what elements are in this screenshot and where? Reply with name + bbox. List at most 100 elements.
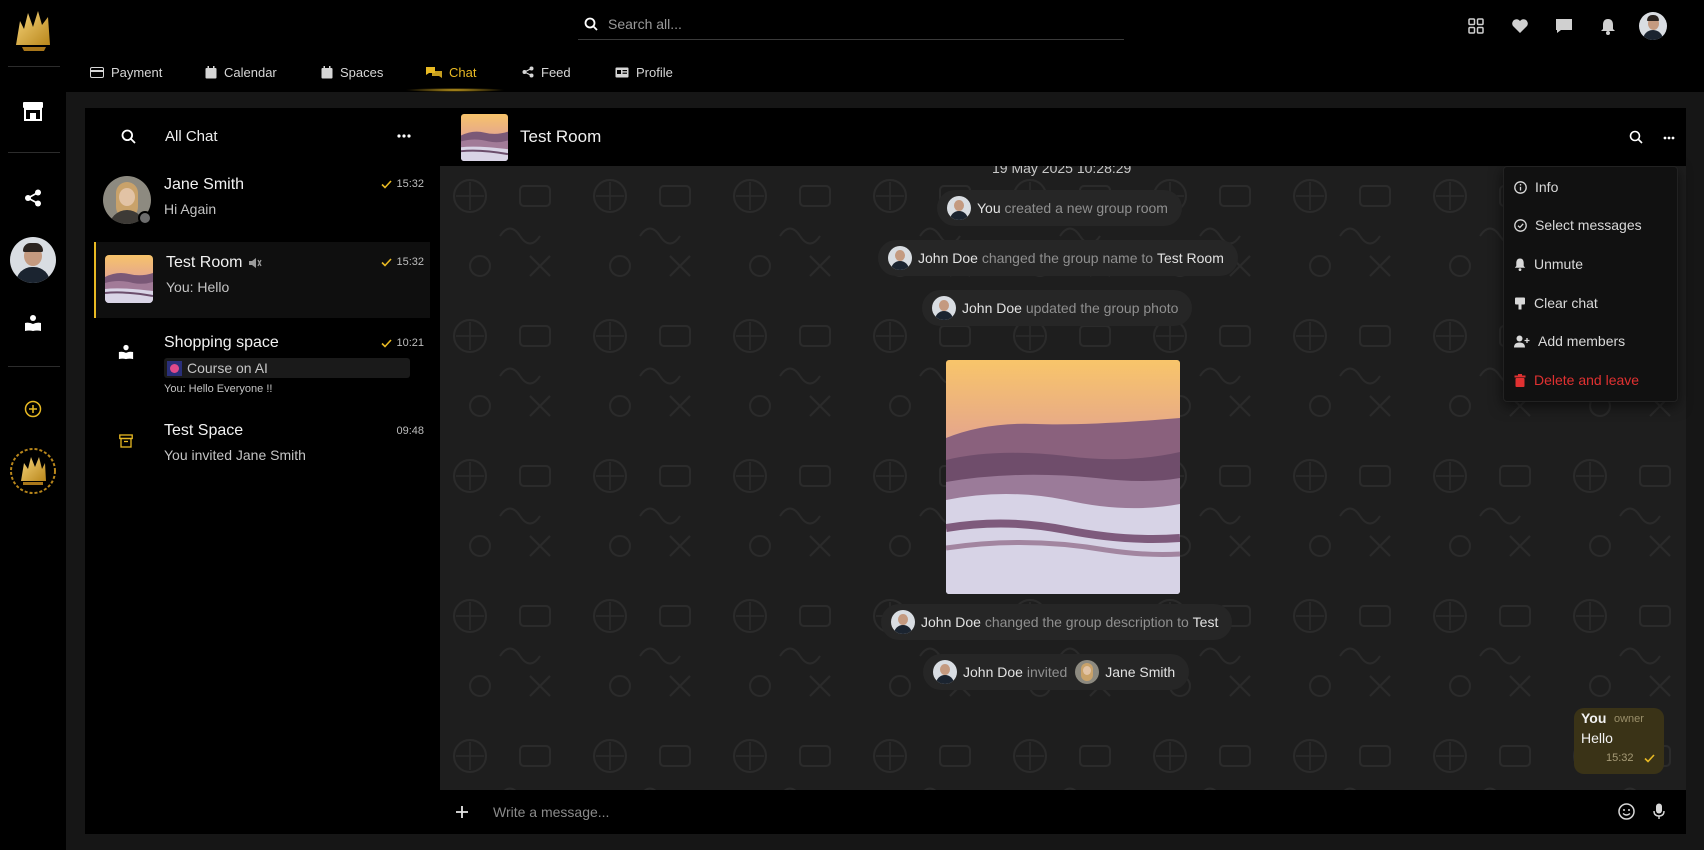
chat-time: 15:32 [396, 256, 424, 268]
left-rail [0, 0, 66, 850]
app-logo-icon[interactable] [0, 6, 66, 52]
chat-title: Test Room [520, 127, 602, 146]
profile-avatar[interactable] [1638, 11, 1668, 41]
calendar-icon [205, 65, 217, 79]
message-text: Hello [1581, 730, 1613, 746]
chat-preview: You invited Jane Smith [164, 447, 306, 463]
menu-item-select-messages[interactable]: Select messages [1514, 213, 1642, 237]
book-reader-icon [118, 344, 134, 360]
store-icon[interactable] [0, 98, 66, 124]
group-photo[interactable] [946, 360, 1180, 594]
chat-bubbles-icon [426, 66, 442, 79]
menu-item-clear-chat[interactable]: Clear chat [1514, 291, 1598, 315]
chat-time: 09:48 [396, 425, 424, 437]
tab-feed[interactable]: Feed [522, 62, 571, 82]
chat-preview: Hi Again [164, 201, 217, 217]
id-card-icon [615, 67, 629, 78]
course-tag: Course on AI [164, 358, 410, 378]
tab-payment[interactable]: Payment [90, 62, 162, 82]
plus-icon[interactable] [455, 805, 469, 819]
chat-options-menu: Info Select messages Unmute Clear chat A… [1503, 166, 1678, 402]
chat-list-panel: All Chat Jane Smith Hi Again 15:32 Test … [85, 108, 440, 834]
clear-icon [1514, 297, 1526, 310]
muted-icon [248, 257, 263, 269]
chat-preview: You: Hello Everyone !! [164, 383, 273, 395]
message-icon[interactable] [1552, 14, 1576, 38]
community-badge-icon[interactable] [0, 446, 66, 496]
add-circle-icon[interactable] [0, 398, 66, 420]
heart-icon[interactable] [1508, 14, 1532, 38]
chat-item-test-space[interactable]: Test Space You invited Jane Smith 09:48 [94, 408, 430, 482]
system-message: John Doe changed the group name to Test … [878, 240, 1238, 276]
emoji-icon[interactable] [1618, 803, 1635, 820]
chat-time: 15:32 [396, 178, 424, 190]
more-options-icon[interactable] [1663, 136, 1675, 140]
room-thumbnail [105, 255, 153, 303]
room-thumbnail[interactable] [461, 114, 508, 161]
avatar [933, 660, 957, 684]
menu-item-add-members[interactable]: Add members [1514, 329, 1625, 353]
chat-preview: You: Hello [166, 279, 230, 295]
credit-card-icon [90, 66, 104, 78]
check-circle-icon [1514, 218, 1527, 232]
tab-profile[interactable]: Profile [615, 62, 673, 82]
book-reader-icon[interactable] [0, 312, 66, 334]
chat-name: Test Space [164, 422, 244, 439]
menu-item-unmute[interactable]: Unmute [1514, 252, 1583, 276]
microphone-icon[interactable] [1653, 803, 1665, 820]
own-message-bubble[interactable]: You owner Hello 15:32 [1574, 708, 1664, 774]
add-user-icon [1514, 335, 1530, 348]
chat-header: Test Room [440, 108, 1686, 166]
tab-calendar[interactable]: Calendar [205, 62, 277, 82]
avatar [1075, 660, 1100, 684]
message-time: 15:32 [1606, 752, 1634, 764]
menu-item-info[interactable]: Info [1514, 175, 1558, 199]
course-thumbnail-icon [167, 360, 182, 376]
role-badge: owner [1614, 713, 1644, 725]
search-icon [584, 17, 598, 31]
chat-name: Shopping space [164, 334, 279, 351]
search-input[interactable]: Search all... [608, 16, 682, 32]
course-name: Course on AI [187, 360, 268, 376]
avatar [891, 610, 915, 634]
top-header: Search all... [66, 0, 1704, 50]
bell-icon [1514, 258, 1526, 271]
avatar [932, 296, 956, 320]
chat-name: Test Room [166, 254, 243, 271]
tab-spaces[interactable]: Spaces [321, 62, 383, 82]
message-input[interactable]: Write a message... [493, 804, 609, 820]
message-composer: Write a message... [440, 790, 1686, 834]
spaces-icon [321, 65, 333, 79]
system-message: John Doe changed the group description t… [881, 604, 1233, 640]
date-stamp: 19 May 2025 10:28:29 [992, 166, 1132, 176]
chat-list-header: All Chat [85, 108, 440, 164]
user-avatar[interactable] [0, 236, 66, 284]
info-icon [1514, 180, 1527, 194]
trash-icon [1514, 373, 1526, 387]
global-search[interactable]: Search all... [578, 8, 1124, 40]
grid-apps-icon[interactable] [1464, 14, 1488, 38]
chat-name: Jane Smith [164, 176, 245, 193]
search-icon[interactable] [121, 129, 136, 144]
system-message: You created a new group room [937, 190, 1182, 226]
more-options-icon[interactable] [397, 134, 411, 138]
chat-time: 10:21 [396, 337, 424, 349]
check-icon [381, 179, 393, 189]
menu-item-delete-and-leave[interactable]: Delete and leave [1514, 368, 1639, 392]
chat-item-jane-smith[interactable]: Jane Smith Hi Again 15:32 [94, 164, 430, 238]
system-message: John Doe updated the group photo [922, 290, 1193, 326]
bell-icon[interactable] [1596, 14, 1620, 38]
archive-box-icon [119, 434, 133, 448]
check-icon [381, 257, 393, 267]
chat-item-test-room[interactable]: Test Room You: Hello 15:32 [94, 242, 430, 318]
check-icon [1644, 754, 1655, 763]
avatar [947, 196, 971, 220]
share-icon[interactable] [0, 186, 66, 210]
search-icon[interactable] [1629, 130, 1643, 144]
chat-item-shopping-space[interactable]: Shopping space Course on AI You: Hello E… [94, 320, 430, 404]
nav-tabs: Payment Calendar Spaces Chat Feed Profil… [66, 50, 1704, 92]
avatar [888, 246, 912, 270]
check-icon [381, 338, 393, 348]
system-message: John Doe invited Jane Smith [923, 654, 1190, 690]
tab-chat[interactable]: Chat [426, 62, 476, 82]
